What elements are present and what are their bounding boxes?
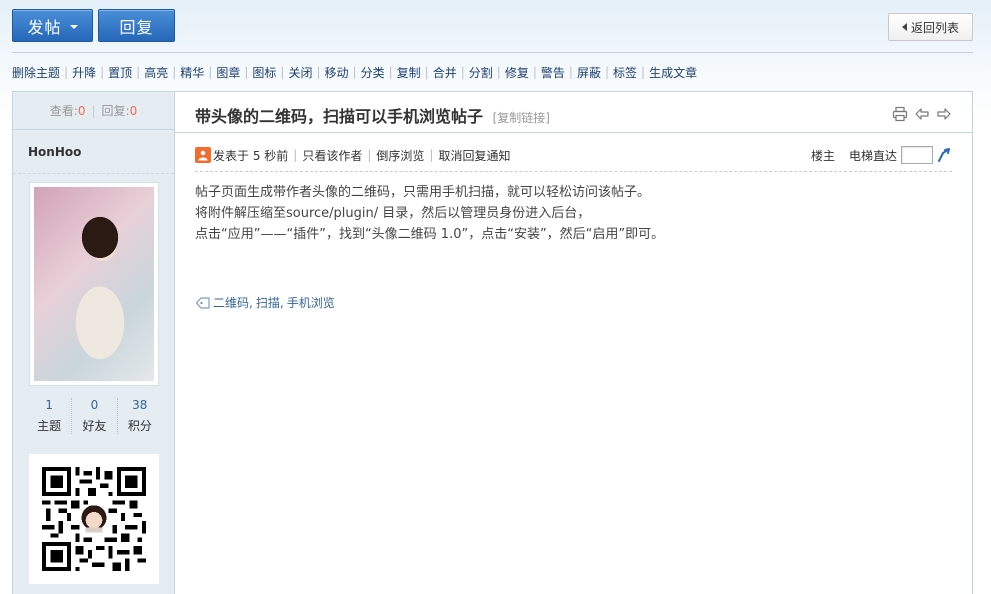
qr-code-icon	[42, 467, 146, 571]
tool-split[interactable]: 分割	[469, 64, 493, 81]
stat-value: 1	[45, 398, 53, 412]
post-title-text: 带头像的二维码，扫描可以手机浏览帖子	[195, 107, 484, 126]
tag-link[interactable]: 手机浏览	[287, 294, 335, 311]
prev-thread-icon[interactable]	[914, 106, 930, 122]
stat-label: 积分	[127, 419, 152, 433]
top-divider	[12, 52, 973, 53]
stat-value: 0	[90, 398, 99, 412]
reply-button[interactable]: 回复	[98, 9, 175, 42]
back-arrow-icon	[901, 23, 907, 31]
author-online-icon	[195, 147, 211, 163]
elevator-label: 电梯直达	[848, 148, 897, 163]
tool-ban[interactable]: 屏蔽	[577, 64, 601, 81]
copy-link[interactable]: [复制链接]	[493, 111, 550, 125]
cancel-notify-link[interactable]: 取消回复通知	[438, 147, 510, 164]
floor-label: 楼主	[810, 148, 835, 163]
tag-link[interactable]: 二维码	[213, 294, 249, 311]
tool-highlight[interactable]: 高亮	[144, 64, 168, 81]
chevron-down-icon	[69, 24, 78, 29]
qr-code	[29, 454, 159, 584]
tool-icon[interactable]: 图标	[252, 64, 276, 81]
next-thread-icon[interactable]	[936, 106, 952, 122]
title-divider	[175, 132, 972, 133]
stat-points[interactable]: 38 积分	[118, 398, 162, 434]
tool-bump[interactable]: 升降	[72, 64, 96, 81]
views-label: 查看:	[49, 104, 78, 118]
replies-label: 回复:	[101, 104, 130, 118]
only-author-link[interactable]: 只看该作者	[302, 147, 362, 164]
replies-count: 0	[129, 103, 138, 118]
new-post-label: 发帖	[27, 17, 62, 37]
tool-generate-article[interactable]: 生成文章	[649, 64, 697, 81]
user-stats: 1 主题 0 好友 38 积分	[27, 398, 162, 434]
new-post-button[interactable]: 发帖	[12, 9, 93, 42]
post-body: 帖子页面生成带作者头像的二维码，只需用手机扫描，就可以轻松访问该帖子。 将附件解…	[195, 182, 664, 245]
stat-threads[interactable]: 1 主题	[27, 398, 73, 434]
post-body-line: 帖子页面生成带作者头像的二维码，只需用手机扫描，就可以轻松访问该帖子。	[195, 185, 651, 200]
meta-divider	[195, 171, 952, 172]
admin-toolbar: 删除主题 | 升降 | 置顶 | 高亮 | 精华 | 图章 | 图标 | 关闭 | 移动 | 分类…	[12, 64, 698, 81]
posted-time: 发表于 5 秒前	[213, 148, 289, 163]
post-body-line: 点击“应用”——“插件”，找到“头像二维码 1.0”，点击“安装”，然后“启用”…	[195, 227, 665, 242]
tool-merge[interactable]: 合并	[433, 64, 457, 81]
tool-close[interactable]: 关闭	[288, 64, 312, 81]
floor-controls: 楼主 电梯直达	[811, 146, 952, 164]
stat-label: 好友	[82, 419, 107, 433]
tag-list: 二维码, 扫描, 手机浏览	[195, 294, 335, 311]
post-title: 带头像的二维码，扫描可以手机浏览帖子 [复制链接]	[195, 103, 550, 127]
tag-icon	[195, 296, 210, 309]
avatar-image	[34, 187, 154, 381]
tool-copy[interactable]: 复制	[397, 64, 421, 81]
tool-tag[interactable]: 标签	[613, 64, 637, 81]
printer-icon[interactable]	[892, 106, 908, 122]
stat-label: 主题	[37, 419, 62, 433]
tool-digest[interactable]: 精华	[180, 64, 204, 81]
post-meta: 发表于 5 秒前 | 只看该作者 | 倒序浏览 | 取消回复通知 楼主 电梯直达	[195, 144, 952, 166]
thread-box: 查看: 0 | 回复: 0 HonHoo 1 主题 0 好友 38 积分 带头像…	[12, 91, 973, 594]
back-to-list-label: 返回列表	[910, 20, 959, 35]
stat-value: 38	[132, 398, 148, 412]
post-body-line: 将附件解压缩至source/plugin/ 目录，然后以管理员身份进入后台，	[195, 206, 591, 221]
author-sidebar: 查看: 0 | 回复: 0 HonHoo 1 主题 0 好友 38 积分	[13, 92, 175, 594]
reply-label: 回复	[119, 17, 154, 37]
reverse-order-link[interactable]: 倒序浏览	[376, 147, 424, 164]
tag-link[interactable]: 扫描	[256, 294, 280, 311]
back-to-list-button[interactable]: 返回列表	[888, 13, 973, 41]
elevator-input[interactable]	[901, 146, 933, 164]
tool-stick[interactable]: 置顶	[108, 64, 132, 81]
author-name[interactable]: HonHoo	[13, 130, 174, 174]
tool-stamp[interactable]: 图章	[216, 64, 240, 81]
tool-delete-thread[interactable]: 删除主题	[12, 64, 60, 81]
go-arrow-icon[interactable]	[936, 147, 952, 163]
tool-move[interactable]: 移动	[325, 64, 349, 81]
views-count: 0	[77, 103, 86, 118]
thread-stats: 查看: 0 | 回复: 0	[13, 92, 174, 130]
tool-warn[interactable]: 警告	[541, 64, 565, 81]
tool-repair[interactable]: 修复	[505, 64, 529, 81]
tool-category[interactable]: 分类	[361, 64, 385, 81]
title-actions	[892, 106, 952, 122]
avatar[interactable]	[29, 182, 159, 386]
stat-friends[interactable]: 0 好友	[72, 398, 118, 434]
